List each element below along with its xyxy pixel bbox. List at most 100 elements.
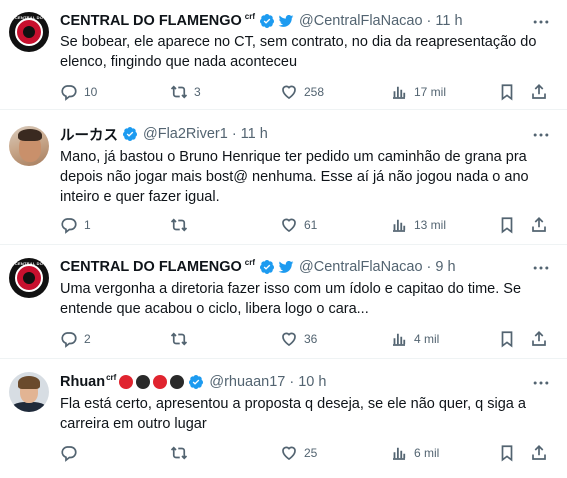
like-button[interactable]: 61	[280, 215, 317, 235]
more-icon[interactable]	[531, 12, 551, 32]
views-count: 13 mil	[414, 218, 447, 232]
views-button[interactable]: 4 mil	[390, 329, 439, 349]
retweet-count: 3	[194, 85, 201, 99]
tweet-header: CENTRAL DO FLAMENGO crf @CentralFlaNacao…	[60, 257, 456, 277]
separator-dot: ·	[426, 13, 432, 29]
reply-button[interactable]: 1	[60, 215, 91, 235]
bookmark-icon	[498, 330, 516, 348]
more-icon[interactable]	[531, 258, 551, 278]
avatar-suit	[11, 402, 47, 412]
avatar-hair	[18, 129, 42, 141]
avatar[interactable]	[9, 126, 49, 166]
retweet-button[interactable]: 3	[170, 82, 201, 102]
red-circle-emoji	[153, 375, 168, 389]
avatar[interactable]: CENTRAL DO	[9, 258, 49, 298]
bookmark-button[interactable]	[498, 82, 516, 102]
bookmark-icon	[498, 83, 516, 101]
bookmark-button[interactable]	[498, 443, 516, 463]
tweet-actions: 25 6 mil	[0, 443, 567, 463]
retweet-button[interactable]	[170, 329, 194, 349]
views-icon	[390, 83, 408, 101]
like-button[interactable]: 258	[280, 82, 324, 102]
separator-dot: ·	[231, 126, 237, 142]
like-icon	[280, 330, 298, 348]
bookmark-button[interactable]	[498, 329, 516, 349]
like-icon	[280, 444, 298, 462]
tweet-text: Mano, já bastou o Bruno Henrique ter ped…	[60, 149, 529, 205]
like-button[interactable]: 25	[280, 443, 317, 463]
reply-button[interactable]: 2	[60, 329, 91, 349]
author-name[interactable]: CENTRAL DO FLAMENGO	[60, 13, 242, 29]
reply-count: 10	[84, 85, 98, 99]
reply-icon	[60, 83, 78, 101]
views-button[interactable]: 17 mil	[390, 82, 446, 102]
author-name-suffix: crf	[106, 372, 117, 382]
verified-badge-icon	[122, 127, 137, 141]
tweet-header: CENTRAL DO FLAMENGO crf @CentralFlaNacao…	[60, 11, 463, 31]
share-icon	[530, 216, 548, 234]
verified-badge-icon	[260, 260, 275, 274]
share-button[interactable]	[530, 443, 548, 463]
avatar-hair	[18, 376, 40, 389]
tweet-time[interactable]: 11 h	[435, 13, 462, 29]
author-handle[interactable]: @CentralFlaNacao	[299, 259, 423, 275]
tweet-actions: 10 3 258 17 mil	[0, 82, 567, 102]
tweet-header: ルーカス @Fla2River1 · 11 h	[60, 124, 268, 144]
like-count: 36	[304, 332, 318, 346]
reply-button[interactable]: 10	[60, 82, 97, 102]
reply-icon	[60, 444, 78, 462]
tweet-text: Fla está certo, apresentou a proposta q …	[60, 396, 526, 432]
author-handle[interactable]: @Fla2River1	[143, 126, 228, 142]
twitter-bird-icon	[278, 261, 294, 273]
tweet-time[interactable]: 11 h	[241, 126, 268, 142]
share-button[interactable]	[530, 82, 548, 102]
retweet-icon	[170, 444, 188, 462]
avatar-logo-ring	[15, 264, 43, 292]
like-count: 258	[304, 85, 325, 99]
retweet-icon	[170, 83, 188, 101]
share-icon	[530, 83, 548, 101]
black-circle-emoji	[170, 375, 185, 389]
reply-button[interactable]	[60, 443, 84, 463]
tweet-actions: 1 61 13 mil	[0, 215, 567, 235]
tweet-time[interactable]: 9 h	[435, 259, 455, 275]
verified-badge-icon	[260, 14, 275, 28]
share-icon	[530, 330, 548, 348]
tweet-item[interactable]: CENTRAL DO CENTRAL DO FLAMENGO crf @Cent…	[0, 0, 567, 110]
tweet-time[interactable]: 10 h	[298, 374, 326, 390]
bookmark-button[interactable]	[498, 215, 516, 235]
author-name-suffix: crf	[244, 11, 256, 21]
share-button[interactable]	[530, 329, 548, 349]
author-handle[interactable]: @rhuaan17	[209, 374, 285, 390]
tweet-item[interactable]: ルーカス @Fla2River1 · 11 h Mano, já bastou …	[0, 110, 567, 245]
retweet-button[interactable]	[170, 215, 194, 235]
avatar[interactable]	[9, 372, 49, 412]
reply-count: 1	[84, 218, 91, 232]
views-button[interactable]: 13 mil	[390, 215, 446, 235]
views-button[interactable]: 6 mil	[390, 443, 439, 463]
like-count: 61	[304, 218, 318, 232]
avatar[interactable]: CENTRAL DO	[9, 12, 49, 52]
author-handle[interactable]: @CentralFlaNacao	[299, 13, 423, 29]
like-icon	[280, 83, 298, 101]
more-icon[interactable]	[531, 125, 551, 145]
author-name[interactable]: Rhuan	[60, 374, 105, 390]
separator-dot: ·	[289, 374, 295, 390]
tweet-text: Uma vergonha a diretoria fazer isso com …	[60, 281, 522, 317]
author-name[interactable]: ルーカス	[60, 124, 118, 145]
share-button[interactable]	[530, 215, 548, 235]
author-name[interactable]: CENTRAL DO FLAMENGO	[60, 259, 242, 275]
bookmark-icon	[498, 444, 516, 462]
like-count: 25	[304, 446, 318, 460]
more-icon[interactable]	[531, 373, 551, 393]
views-count: 4 mil	[414, 332, 440, 346]
retweet-button[interactable]	[170, 443, 194, 463]
share-icon	[530, 444, 548, 462]
author-name-suffix: crf	[244, 257, 256, 267]
tweet-text: Se bobear, ele aparece no CT, sem contra…	[60, 34, 537, 70]
tweet-actions: 2 36 4 mil	[0, 329, 567, 349]
tweet-item[interactable]: CENTRAL DO CENTRAL DO FLAMENGO crf @Cent…	[0, 245, 567, 359]
reply-count: 2	[84, 332, 91, 346]
like-button[interactable]: 36	[280, 329, 317, 349]
tweet-item[interactable]: Rhuan crf @rhuaan17 · 10 h Fla está cert…	[0, 359, 567, 478]
